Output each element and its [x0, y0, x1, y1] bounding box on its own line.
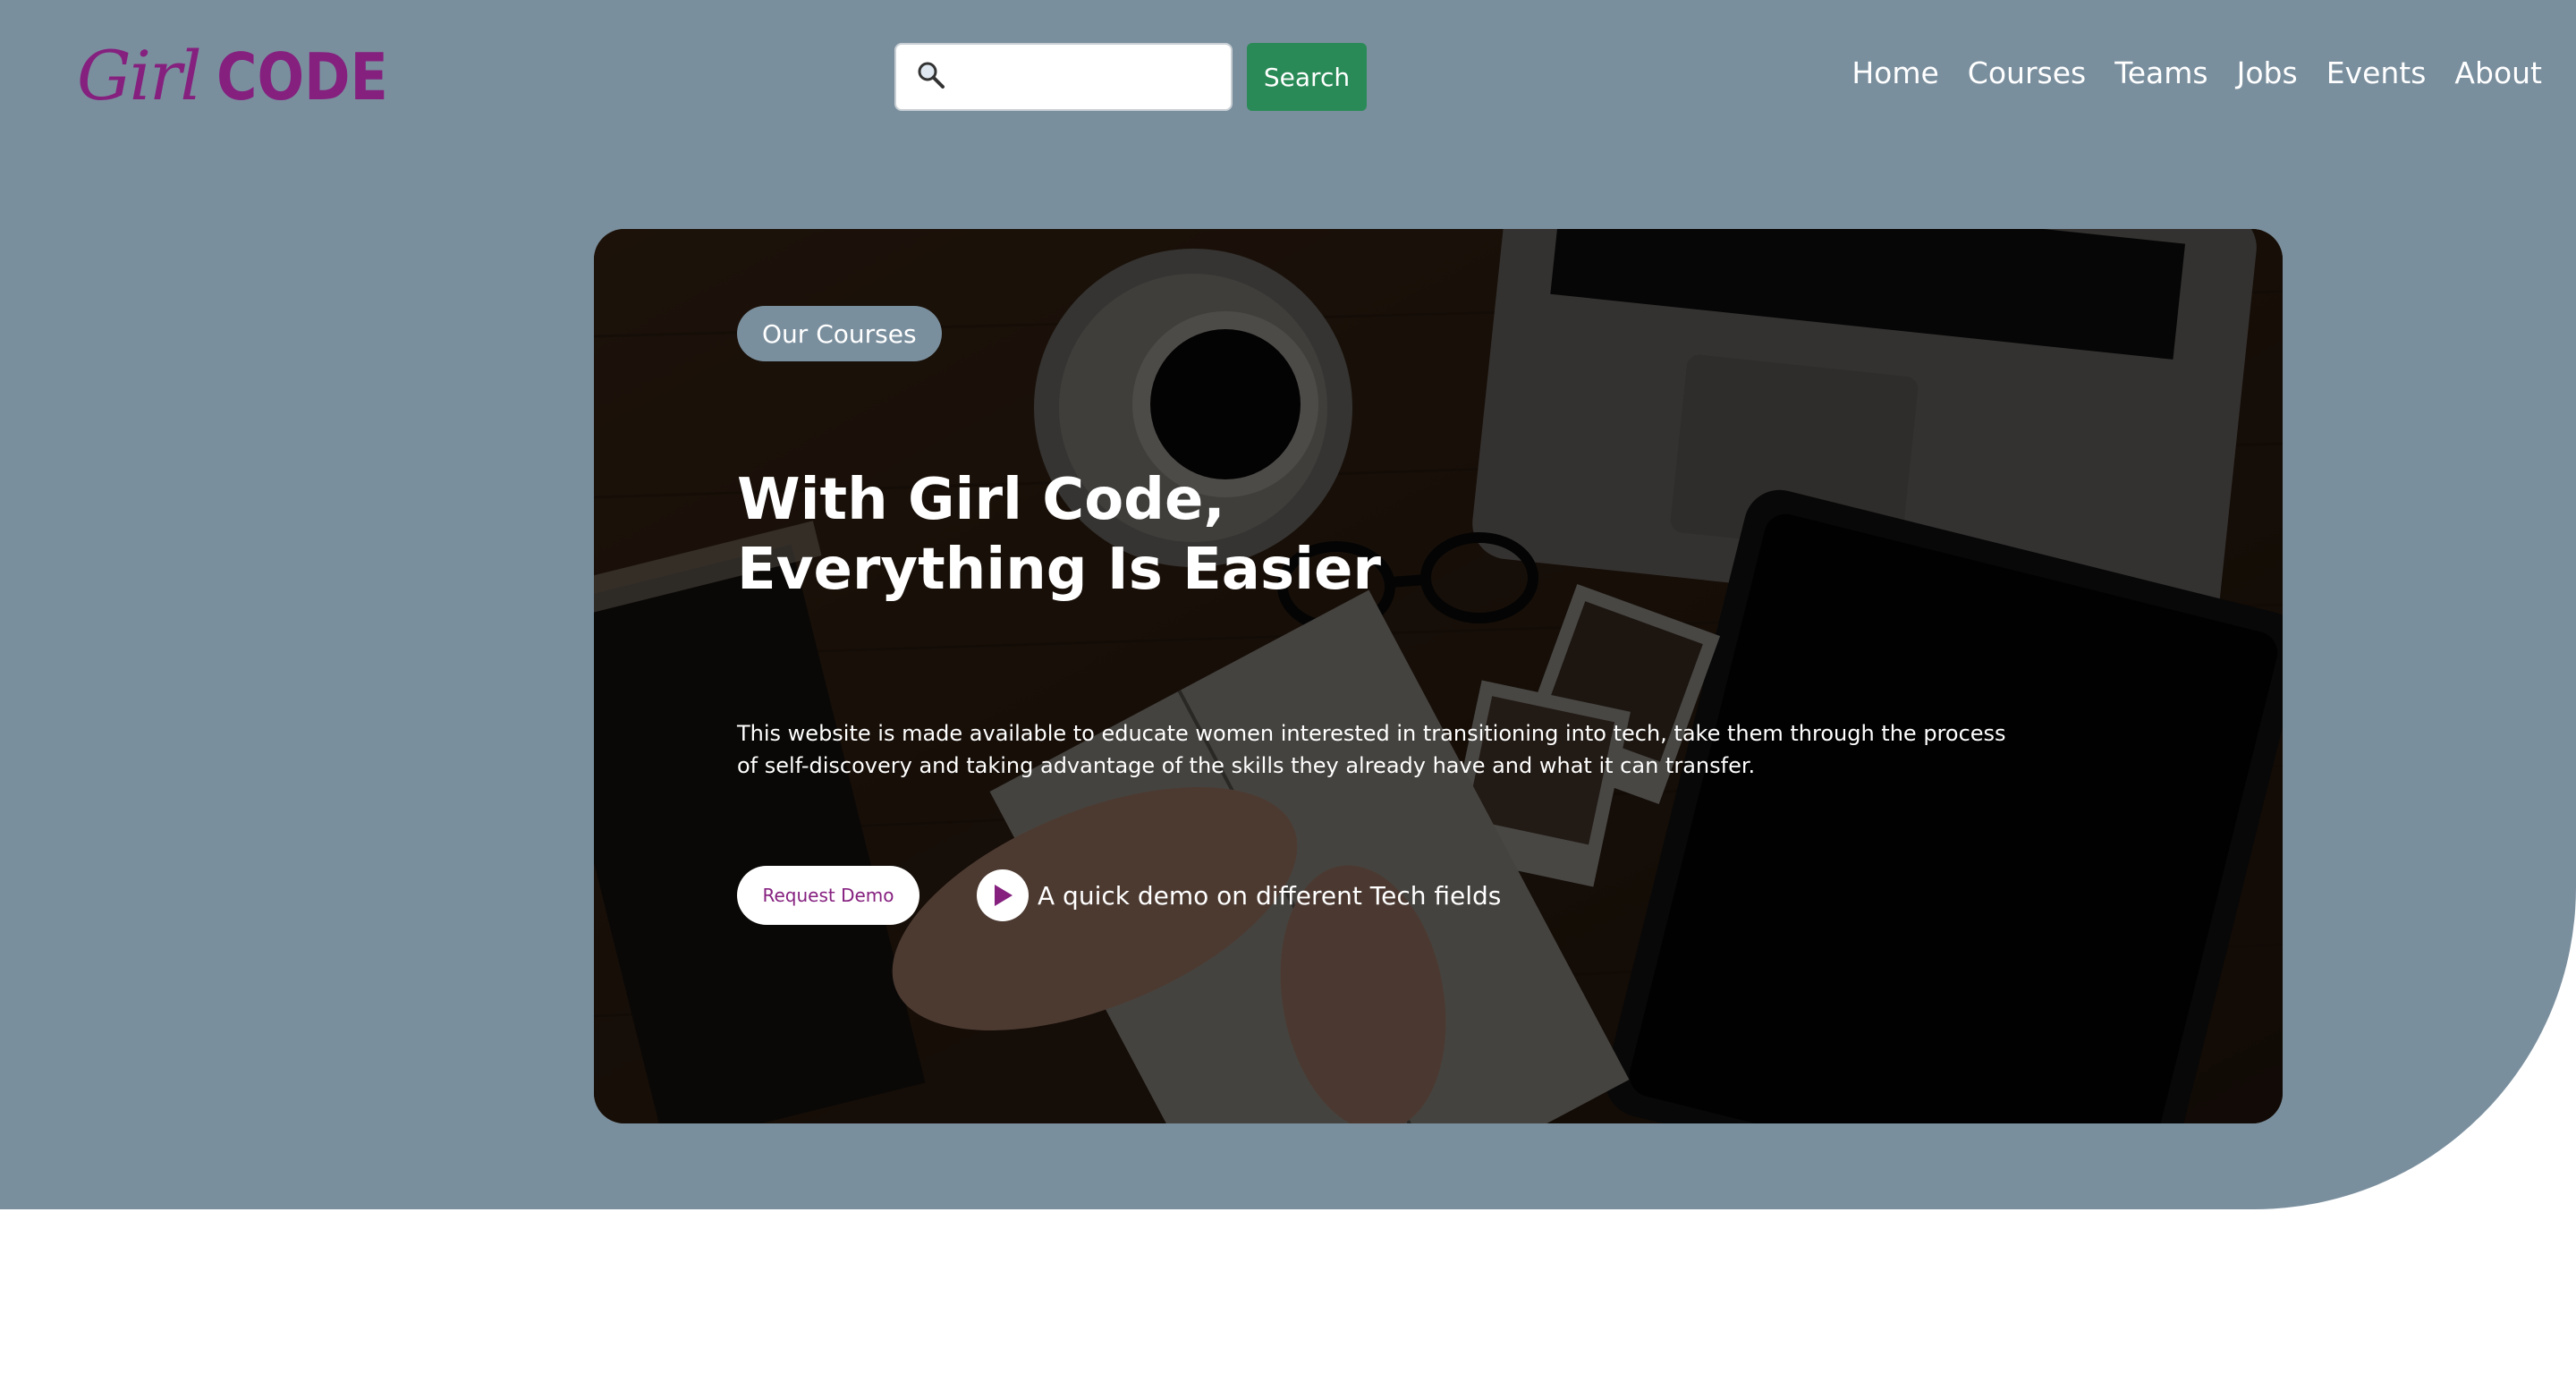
main-nav: Home Courses Teams Jobs Events About [1852, 55, 2542, 90]
nav-home[interactable]: Home [1852, 55, 1938, 90]
hero-headline: With Girl Code, Everything Is Easier [737, 465, 1542, 605]
nav-events[interactable]: Events [2326, 55, 2427, 90]
nav-teams[interactable]: Teams [2114, 55, 2207, 90]
search-button[interactable]: Search [1247, 43, 1367, 111]
site-logo[interactable]: Girl CODE [77, 36, 416, 125]
logo-script-text: Girl [77, 36, 202, 115]
hero-card: Our Courses With Girl Code, Everything I… [594, 229, 2283, 1123]
courses-badge[interactable]: Our Courses [737, 306, 942, 361]
magnifier-icon [916, 60, 946, 94]
request-demo-button[interactable]: Request Demo [737, 866, 919, 925]
nav-courses[interactable]: Courses [1968, 55, 2086, 90]
nav-about[interactable]: About [2454, 55, 2542, 90]
logo-bold-text: CODE [216, 39, 388, 114]
search-input[interactable] [959, 63, 1231, 91]
nav-jobs[interactable]: Jobs [2237, 55, 2298, 90]
play-icon[interactable] [977, 869, 1029, 921]
quick-demo-label: A quick demo on different Tech fields [1038, 880, 1502, 911]
search-box[interactable] [894, 43, 1233, 111]
headline-line-1: With Girl Code, [737, 467, 1225, 533]
hero-description: This website is made available to educat… [737, 721, 2006, 778]
desk-photo [594, 229, 2283, 1123]
headline-line-2: Everything Is Easier [737, 537, 1381, 603]
quick-demo-link[interactable]: A quick demo on different Tech fields [977, 869, 1501, 921]
